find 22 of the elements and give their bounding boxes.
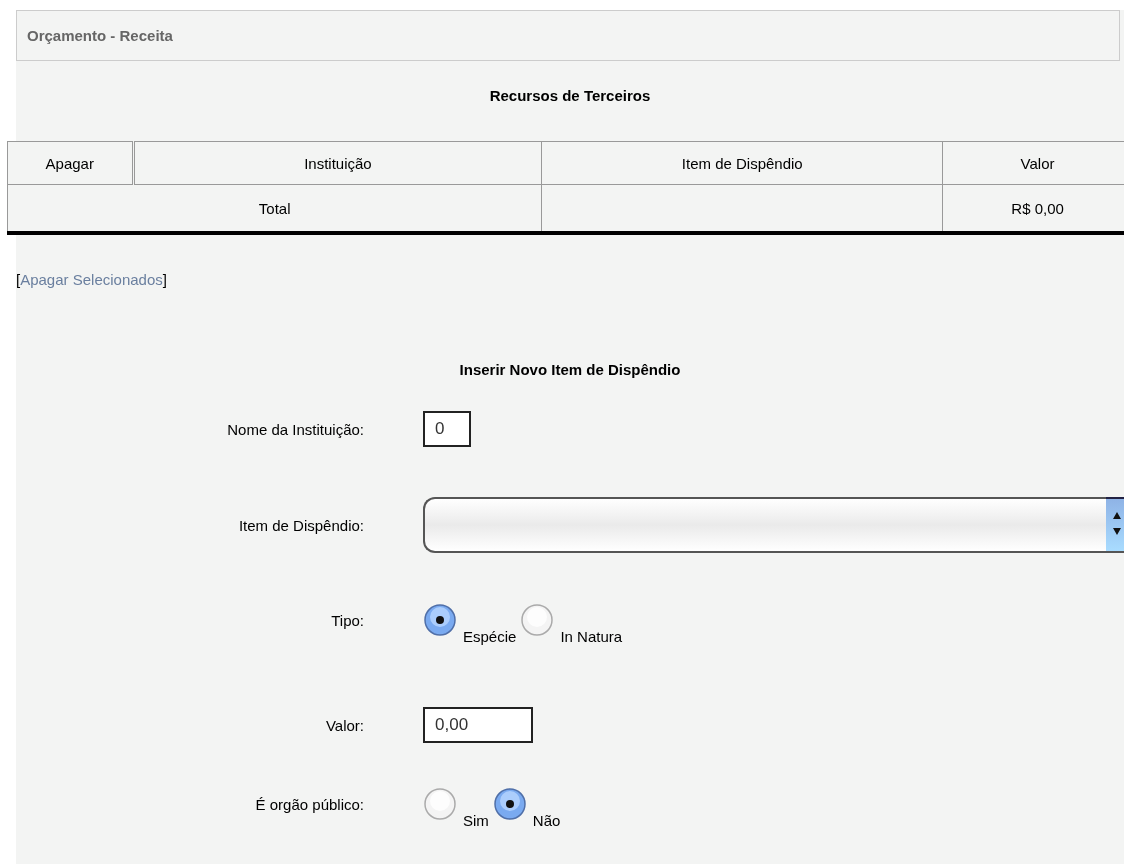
column-header: Valor	[942, 141, 1124, 185]
panel-title: Orçamento - Receita	[27, 27, 173, 44]
column-header: Item de Dispêndio	[541, 141, 943, 185]
field-label: Tipo:	[331, 611, 364, 629]
field-label: Nome da Instituição:	[227, 420, 364, 438]
form-title: Inserir Novo Item de Dispêndio	[459, 361, 681, 378]
section-title: Recursos de Terceiros	[489, 87, 651, 104]
radio-label: Não	[532, 812, 561, 829]
column-header: Apagar	[7, 141, 134, 185]
input-field[interactable]: 0,00	[423, 707, 533, 743]
radio-label: Sim	[463, 812, 489, 829]
field-label: Valor:	[325, 716, 364, 734]
delete-selected-link[interactable]: Apagar Selecionados	[20, 271, 163, 288]
radio-label: Espécie	[463, 628, 517, 645]
bracket: [	[16, 271, 21, 288]
input-field[interactable]: 0	[423, 411, 471, 447]
total-label: Total	[7, 184, 542, 233]
column-header: Instituição	[133, 141, 542, 185]
bracket: ]	[162, 271, 167, 288]
field-label: É orgão público:	[255, 795, 364, 813]
radio-label: In Natura	[560, 628, 623, 645]
field-label: Item de Dispêndio:	[238, 516, 364, 534]
